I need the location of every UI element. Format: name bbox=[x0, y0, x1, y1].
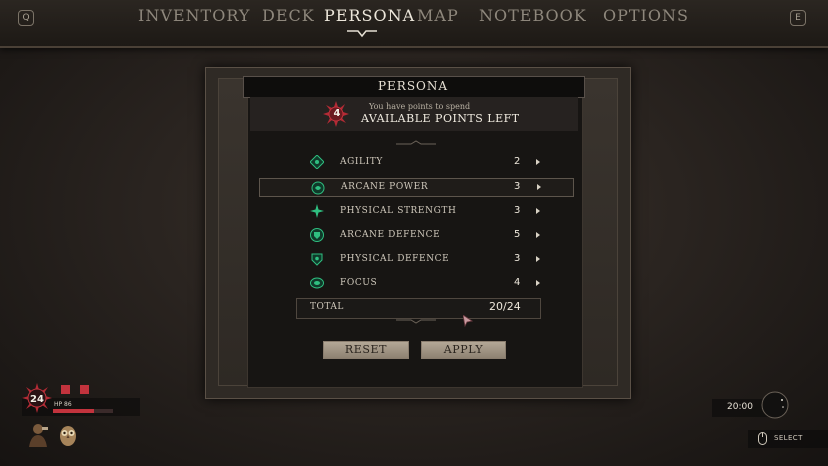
increase-arrow-icon[interactable] bbox=[536, 208, 540, 214]
tab-notebook[interactable]: NOTEBOOK bbox=[479, 6, 587, 25]
stat-value: 2 bbox=[514, 156, 521, 167]
stat-label: PHYSICAL DEFENCE bbox=[340, 254, 450, 264]
panel-title: PERSONA bbox=[377, 79, 449, 93]
stat-row-physical-strength[interactable]: PHYSICAL STRENGTH 3 bbox=[296, 201, 540, 221]
status-effect-icon bbox=[61, 385, 70, 394]
game-time: 20:00 bbox=[727, 402, 753, 412]
stat-value: 3 bbox=[514, 181, 521, 192]
next-tab-key-hint: E bbox=[790, 10, 806, 26]
increase-arrow-icon[interactable] bbox=[536, 232, 540, 238]
stat-row-arcane-power[interactable]: ARCANE POWER 3 bbox=[259, 178, 574, 197]
points-subtitle: You have points to spend bbox=[369, 102, 471, 111]
hp-label: HP 86 bbox=[54, 401, 72, 408]
points-heading: AVAILABLE POINTS LEFT bbox=[361, 112, 520, 125]
moon-phase-icon bbox=[761, 391, 789, 419]
stat-label: ARCANE POWER bbox=[341, 182, 429, 192]
physical-strength-icon bbox=[310, 204, 324, 218]
stat-row-arcane-defence[interactable]: ARCANE DEFENCE 5 bbox=[296, 225, 540, 245]
stat-row-agility[interactable]: AGILITY 2 bbox=[296, 152, 540, 172]
increase-arrow-icon[interactable] bbox=[536, 159, 540, 165]
prev-tab-key-hint: Q bbox=[18, 10, 34, 26]
stat-value: 5 bbox=[514, 229, 521, 240]
stat-value: 3 bbox=[514, 253, 521, 264]
points-badge-count: 4 bbox=[333, 108, 341, 119]
apply-button[interactable]: APPLY bbox=[421, 341, 506, 359]
stat-label: AGILITY bbox=[340, 157, 383, 167]
tab-inventory[interactable]: INVENTORY bbox=[138, 6, 250, 25]
arcane-power-icon bbox=[311, 181, 325, 195]
active-tab-indicator-icon bbox=[347, 30, 377, 38]
agility-icon bbox=[310, 155, 324, 169]
tab-persona[interactable]: PERSONA bbox=[324, 6, 415, 25]
physical-defence-icon bbox=[311, 253, 323, 266]
companion-portrait-icon[interactable] bbox=[26, 421, 50, 449]
stat-value: 4 bbox=[514, 277, 521, 288]
stat-row-physical-defence[interactable]: PHYSICAL DEFENCE 3 bbox=[296, 249, 540, 269]
increase-arrow-icon[interactable] bbox=[536, 256, 540, 262]
total-value: 20/24 bbox=[489, 300, 521, 313]
increase-arrow-icon[interactable] bbox=[537, 184, 541, 190]
mouse-cursor-icon bbox=[463, 315, 473, 327]
total-label: TOTAL bbox=[310, 302, 344, 312]
stat-value: 3 bbox=[514, 205, 521, 216]
focus-icon bbox=[310, 277, 324, 289]
tab-options[interactable]: OPTIONS bbox=[603, 6, 689, 25]
tab-deck[interactable]: DECK bbox=[262, 6, 315, 25]
owl-companion-icon[interactable] bbox=[56, 421, 80, 449]
ornament-divider-icon bbox=[396, 140, 436, 145]
tab-map[interactable]: MAP bbox=[417, 6, 459, 25]
arcane-defence-icon bbox=[310, 228, 324, 242]
select-hint-label: SELECT bbox=[774, 434, 803, 442]
player-level: 24 bbox=[30, 394, 44, 405]
stat-label: PHYSICAL STRENGTH bbox=[340, 206, 457, 216]
hp-bar-fill bbox=[53, 409, 94, 413]
ornament-divider-icon bbox=[396, 319, 436, 324]
stat-label: FOCUS bbox=[340, 278, 378, 288]
stat-label: ARCANE DEFENCE bbox=[340, 230, 441, 240]
mouse-button-icon bbox=[758, 432, 767, 445]
status-effect-icon bbox=[80, 385, 89, 394]
reset-button[interactable]: RESET bbox=[323, 341, 409, 359]
stat-row-focus[interactable]: FOCUS 4 bbox=[296, 273, 540, 293]
increase-arrow-icon[interactable] bbox=[536, 280, 540, 286]
